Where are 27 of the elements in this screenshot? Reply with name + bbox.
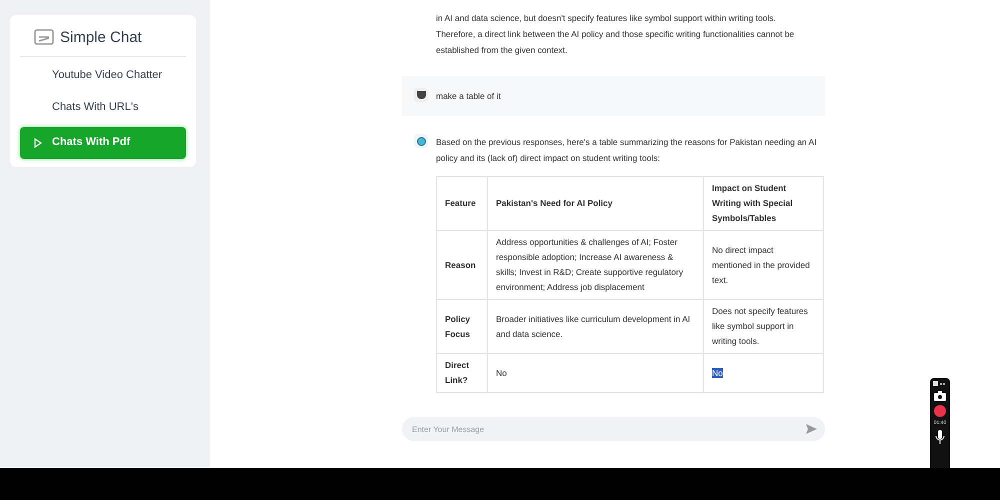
table-cell: Broader initiatives like curriculum development in AI and data science.: [496, 314, 690, 338]
table-cell: No: [712, 368, 723, 378]
column-header: Impact on Student Writing with Special Symbols/Tables: [704, 176, 824, 230]
window-icon[interactable]: [933, 381, 947, 387]
table-cell: Direct Link?: [445, 360, 470, 385]
table-cell: No: [496, 368, 507, 378]
table-cell: Does not specify features like symbol support in writing tools.: [712, 306, 808, 346]
nav-item[interactable]: Chats With URL's: [20, 94, 186, 120]
play-icon: [34, 138, 42, 148]
message-text: make a table of it: [436, 90, 502, 103]
message-text: in AI and data science, but doesn't specify features like symbol support within writing tools. Therefore, a direct link between the AI policy and those specific writing functionalities cannot be established from the given context.: [436, 12, 796, 57]
column-header: Pakistan's Need for AI Policy: [488, 176, 704, 230]
message-input[interactable]: Enter Your Message: [402, 417, 825, 441]
assistant-avatar: [414, 134, 428, 148]
camera-icon[interactable]: [934, 391, 946, 401]
app-title: Simple Chat: [60, 28, 142, 48]
column-header: Feature: [436, 176, 488, 230]
table-cell: No direct impact mentioned in the provided text.: [712, 244, 810, 284]
table-cell: Address opportunities & challenges of AI; Foster responsible adoption; Increase AI awareness & skills; Invest in R&D; Create supportive regulatory environment; Address job displacement: [496, 237, 684, 292]
table-cell: Reason: [445, 260, 476, 270]
nav-item[interactable]: Youtube Video Chatter: [20, 62, 186, 88]
microphone-icon[interactable]: [935, 430, 945, 444]
user-avatar: [414, 88, 428, 102]
table-cell: Policy Focus: [445, 314, 470, 338]
record-icon[interactable]: [934, 405, 946, 417]
message-text: Based on the previous responses, here's a table summarizing the reasons for Pakistan needing an AI policy and its (lack of) direct impact on student writing tools:: [436, 136, 818, 165]
send-icon[interactable]: [806, 424, 817, 434]
